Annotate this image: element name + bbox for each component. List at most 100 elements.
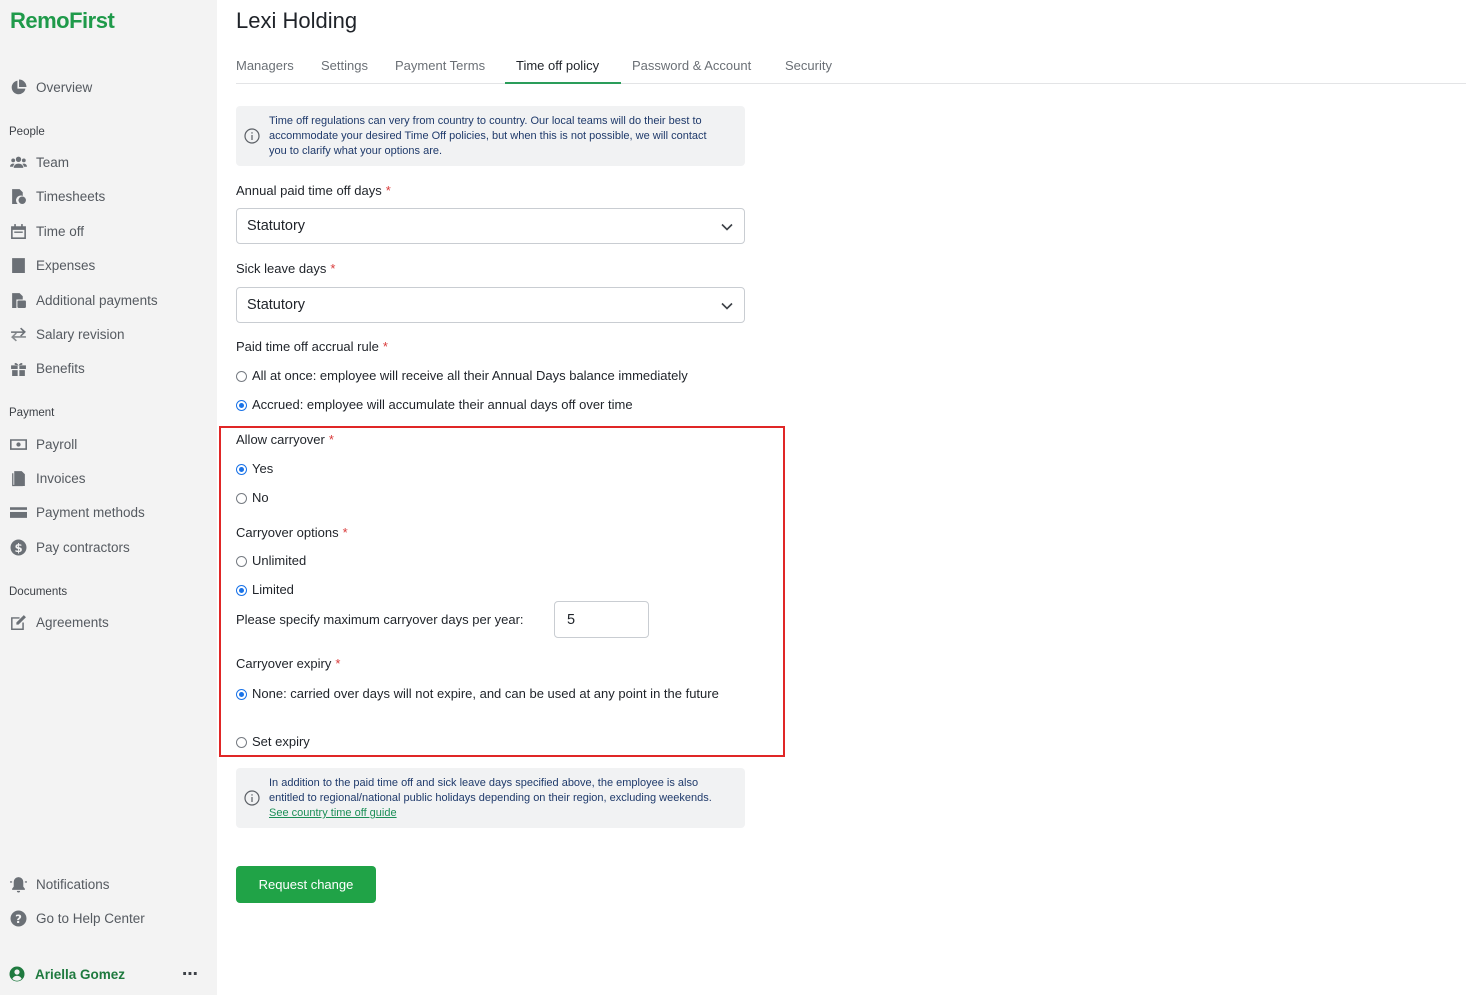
sidebar-item-team[interactable]: Team <box>9 150 69 174</box>
timesheets-icon <box>9 187 27 205</box>
max-carryover-label: Please specify maximum carryover days pe… <box>236 612 524 627</box>
tab-password-account[interactable]: Password & Account <box>632 58 751 73</box>
sidebar-item-timesheets[interactable]: Timesheets <box>9 184 105 208</box>
info-notice-bottom: In addition to the paid time off and sic… <box>236 768 745 828</box>
credit-card-icon <box>9 503 27 521</box>
expiry-option-none[interactable]: None: carried over days will not expire,… <box>236 683 726 705</box>
sidebar-item-label: Notifications <box>36 876 110 892</box>
sidebar-item-payroll[interactable]: Payroll <box>9 432 77 456</box>
carryover-option-limited[interactable]: Limited <box>236 582 294 601</box>
info-icon <box>244 790 260 806</box>
bell-icon <box>9 875 27 893</box>
annual-pto-select[interactable]: Statutory <box>236 208 745 244</box>
section-title-payment: Payment <box>9 407 55 419</box>
sidebar-item-agreements[interactable]: Agreements <box>9 610 109 634</box>
dollar-icon: $ <box>9 538 27 556</box>
radio-button[interactable] <box>236 556 247 567</box>
sidebar-item-label: Payroll <box>36 436 78 452</box>
expiry-option-set-expiry[interactable]: Set expiry <box>236 734 310 753</box>
info-notice-text: In addition to the paid time off and sic… <box>269 777 712 819</box>
sidebar-item-time-off[interactable]: Time off <box>9 219 84 243</box>
sidebar-item-payment-methods[interactable]: Payment methods <box>9 500 145 524</box>
sidebar-item-label: Go to Help Center <box>36 910 145 926</box>
edit-icon <box>9 613 27 631</box>
carryover-option-yes[interactable]: Yes <box>236 461 273 480</box>
active-tab-indicator <box>505 82 621 84</box>
main-content: Lexi Holding Managers Settings Payment T… <box>217 0 1466 995</box>
team-icon <box>9 153 27 171</box>
invoices-icon <box>9 469 27 487</box>
sidebar-item-label: Benefits <box>36 360 85 376</box>
expenses-icon <box>9 256 27 274</box>
sidebar-item-overview[interactable]: Overview <box>9 75 92 99</box>
info-icon <box>244 128 260 144</box>
radio-button-selected[interactable] <box>236 688 247 700</box>
highlight-annotation-box <box>219 426 785 757</box>
accrual-rule-label: Paid time off accrual rule * <box>236 339 388 354</box>
radio-button[interactable] <box>236 371 247 382</box>
payroll-icon <box>9 435 27 453</box>
page-title: Lexi Holding <box>236 8 358 33</box>
sidebar-item-label: Time off <box>36 223 85 239</box>
tab-payment-terms[interactable]: Payment Terms <box>395 58 485 73</box>
accrual-option-accrued[interactable]: Accrued: employee will accumulate their … <box>236 397 633 416</box>
sidebar-item-label: Timesheets <box>36 188 106 204</box>
sidebar: RemoFirst Overview People Team Timesheet… <box>0 0 217 995</box>
user-name: Ariella Gomez <box>35 966 126 982</box>
help-icon: ? <box>9 909 27 927</box>
sidebar-item-pay-contractors[interactable]: $ Pay contractors <box>9 535 130 559</box>
chevron-down-icon <box>721 302 733 310</box>
sidebar-item-label: Expenses <box>36 257 96 273</box>
radio-button-selected[interactable] <box>236 464 247 475</box>
sidebar-item-label: Pay contractors <box>36 539 130 555</box>
sidebar-item-label: Invoices <box>36 470 86 486</box>
gift-icon <box>9 359 27 377</box>
more-options-icon[interactable]: ⋯ <box>182 964 199 984</box>
request-change-button[interactable]: Request change <box>236 866 376 903</box>
sidebar-item-salary-revision[interactable]: Salary revision <box>9 322 125 346</box>
sidebar-item-label: Team <box>36 154 70 170</box>
radio-button-selected[interactable] <box>236 585 247 596</box>
info-notice-top: Time off regulations can very from count… <box>236 106 745 166</box>
user-menu[interactable]: Ariella Gomez ⋯ <box>9 962 199 986</box>
sidebar-item-notifications[interactable]: Notifications <box>9 872 110 896</box>
tab-security[interactable]: Security <box>785 58 832 73</box>
sidebar-item-label: Overview <box>36 79 93 95</box>
allow-carryover-label: Allow carryover * <box>236 432 334 447</box>
user-avatar-icon <box>9 966 25 982</box>
tab-settings[interactable]: Settings <box>321 58 368 73</box>
carryover-options-label: Carryover options * <box>236 525 348 540</box>
calendar-icon <box>9 222 27 240</box>
info-notice-text: Time off regulations can very from count… <box>269 115 707 157</box>
sidebar-item-benefits[interactable]: Benefits <box>9 356 85 380</box>
sidebar-item-help-center[interactable]: ? Go to Help Center <box>9 906 145 930</box>
sick-leave-value: Statutory <box>247 297 306 313</box>
svg-text:?: ? <box>15 911 22 925</box>
country-time-off-guide-link[interactable]: See country time off guide <box>269 807 397 819</box>
sick-leave-select[interactable]: Statutory <box>236 287 745 323</box>
sidebar-item-additional-payments[interactable]: Additional payments <box>9 288 158 312</box>
section-title-people: People <box>9 126 45 138</box>
sidebar-item-label: Salary revision <box>36 326 125 342</box>
tab-managers[interactable]: Managers <box>236 58 294 73</box>
sick-leave-label: Sick leave days * <box>236 261 336 276</box>
accrual-option-all-at-once[interactable]: All at once: employee will receive all t… <box>236 368 688 387</box>
carryover-expiry-label: Carryover expiry * <box>236 656 341 671</box>
carryover-option-no[interactable]: No <box>236 490 269 509</box>
annual-pto-label: Annual paid time off days * <box>236 183 391 198</box>
radio-button[interactable] <box>236 737 247 748</box>
svg-text:$: $ <box>14 540 22 554</box>
additional-payments-icon <box>9 291 27 309</box>
annual-pto-value: Statutory <box>247 218 306 234</box>
sidebar-item-expenses[interactable]: Expenses <box>9 253 95 277</box>
max-carryover-days-input[interactable] <box>554 601 649 638</box>
remofirst-logo[interactable]: RemoFirst <box>10 8 115 34</box>
radio-button[interactable] <box>236 493 247 504</box>
sidebar-item-invoices[interactable]: Invoices <box>9 466 86 490</box>
radio-button-selected[interactable] <box>236 400 247 411</box>
tab-time-off-policy[interactable]: Time off policy <box>516 58 599 73</box>
carryover-option-unlimited[interactable]: Unlimited <box>236 553 306 572</box>
section-title-documents: Documents <box>9 586 68 598</box>
sidebar-item-label: Payment methods <box>36 504 145 520</box>
sidebar-item-label: Agreements <box>36 614 109 630</box>
